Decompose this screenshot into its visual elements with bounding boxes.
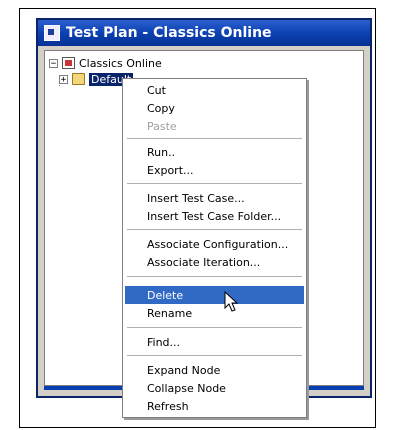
menu-separator bbox=[127, 183, 302, 184]
menu-item-find[interactable]: Find... bbox=[125, 333, 304, 351]
menu-item-delete[interactable]: Delete bbox=[125, 286, 304, 304]
menu-item-rename[interactable]: Rename bbox=[125, 304, 304, 322]
menu-item-label: Associate Configuration... bbox=[147, 237, 289, 251]
menu-item-collapse-node[interactable]: Collapse Node bbox=[125, 379, 304, 397]
context-menu: Cut Copy Paste Run.. Export... Insert Te… bbox=[122, 78, 307, 418]
menu-item-label: Insert Test Case Folder... bbox=[147, 209, 282, 223]
menu-item-paste[interactable]: Paste bbox=[125, 117, 304, 135]
menu-item-associate-configuration[interactable]: Associate Configuration... bbox=[125, 235, 304, 253]
menu-item-label: Run.. bbox=[147, 145, 176, 159]
test-plan-icon bbox=[44, 25, 60, 41]
tree-node-label: Classics Online bbox=[79, 56, 162, 70]
menu-item-run[interactable]: Run.. bbox=[125, 143, 304, 161]
menu-item-label: Delete bbox=[147, 288, 184, 302]
menu-item-label: Expand Node bbox=[147, 363, 221, 377]
menu-item-associate-iteration[interactable]: Associate Iteration... bbox=[125, 253, 304, 271]
menu-separator bbox=[127, 138, 302, 139]
menu-separator bbox=[127, 327, 302, 328]
menu-item-export[interactable]: Export... bbox=[125, 161, 304, 179]
folder-icon bbox=[72, 73, 85, 85]
menu-item-label: Refresh bbox=[147, 399, 189, 413]
menu-item-expand-node[interactable]: Expand Node bbox=[125, 361, 304, 379]
test-plan-icon bbox=[62, 57, 75, 69]
menu-item-label: Paste bbox=[147, 119, 177, 133]
collapse-toggle[interactable]: − bbox=[49, 58, 58, 68]
menu-item-insert-test-case[interactable]: Insert Test Case... bbox=[125, 189, 304, 207]
mouse-pointer-icon bbox=[224, 291, 239, 312]
menu-separator bbox=[127, 355, 302, 356]
menu-item-label: Export... bbox=[147, 163, 194, 177]
menu-item-refresh[interactable]: Refresh bbox=[125, 397, 304, 415]
menu-separator bbox=[127, 276, 302, 277]
menu-separator bbox=[127, 229, 302, 230]
menu-item-label: Insert Test Case... bbox=[147, 191, 245, 205]
window-titlebar[interactable]: Test Plan - Classics Online bbox=[38, 20, 370, 46]
tree-node-root[interactable]: − Classics Online bbox=[49, 55, 162, 71]
menu-item-label: Copy bbox=[147, 101, 175, 115]
menu-item-label: Find... bbox=[147, 335, 181, 349]
menu-item-label: Rename bbox=[147, 306, 193, 320]
menu-item-insert-test-case-folder[interactable]: Insert Test Case Folder... bbox=[125, 207, 304, 225]
menu-item-label: Collapse Node bbox=[147, 381, 226, 395]
menu-item-label: Associate Iteration... bbox=[147, 255, 261, 269]
window-title: Test Plan - Classics Online bbox=[66, 25, 272, 41]
expand-toggle[interactable]: + bbox=[59, 74, 68, 84]
menu-item-label: Cut bbox=[147, 83, 166, 97]
menu-item-copy[interactable]: Copy bbox=[125, 99, 304, 117]
menu-item-cut[interactable]: Cut bbox=[125, 81, 304, 99]
